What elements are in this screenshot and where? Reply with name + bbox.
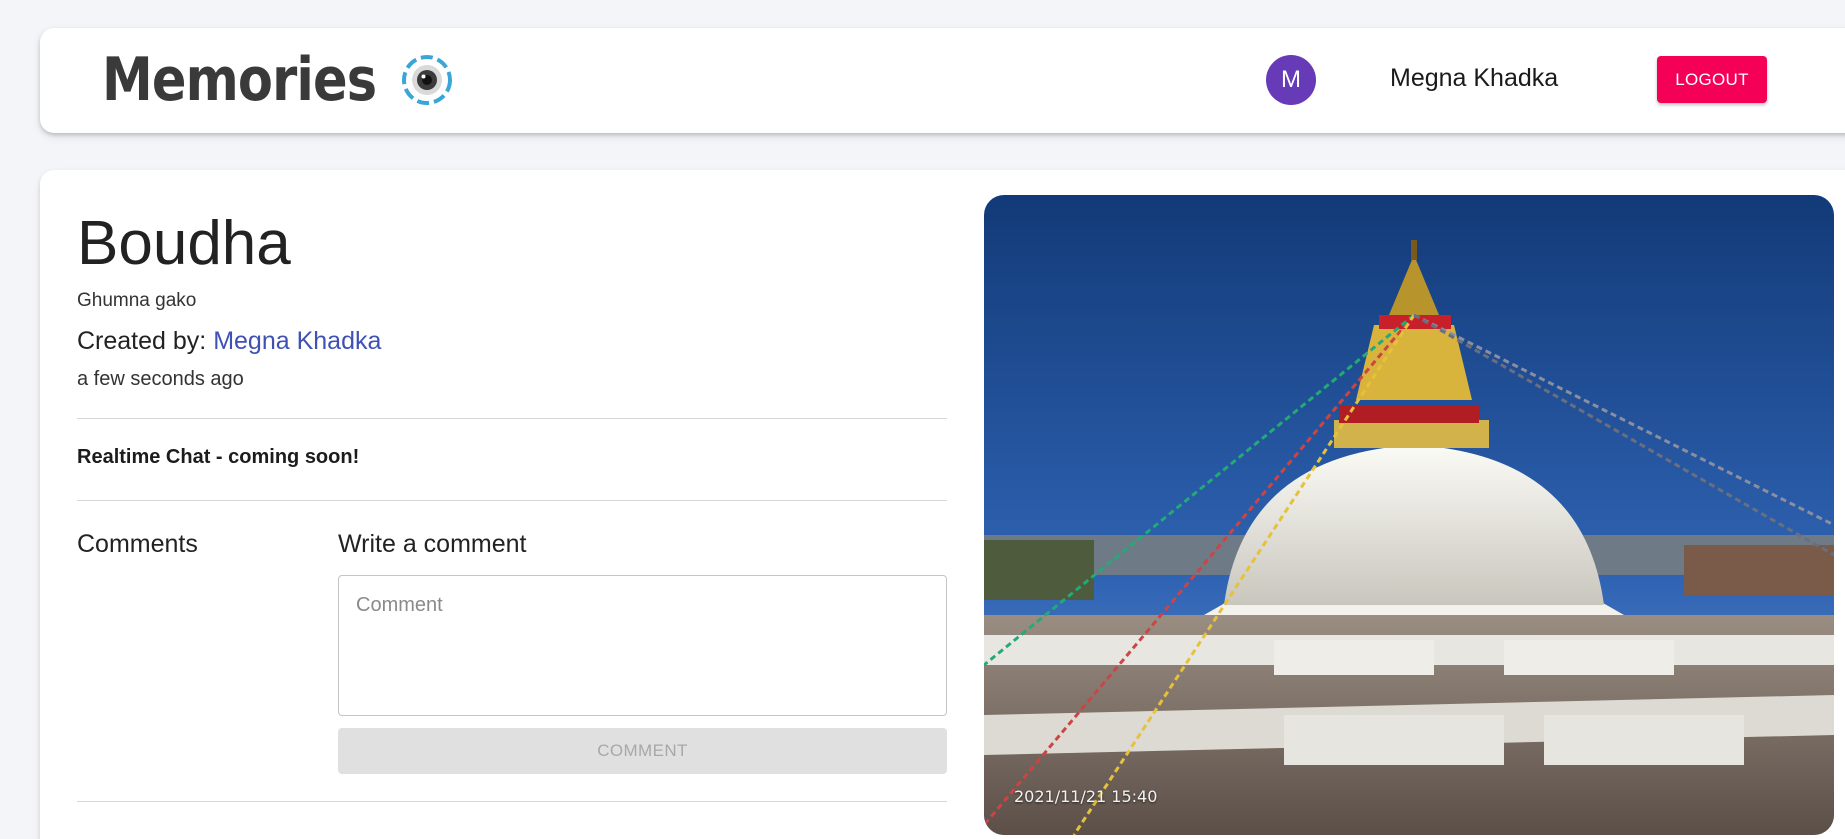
divider bbox=[77, 801, 947, 802]
camera-lens-icon bbox=[401, 55, 452, 105]
user-name: Megna Khadka bbox=[1390, 64, 1559, 92]
realtime-chat-notice: Realtime Chat - coming soon! bbox=[77, 446, 360, 468]
author-link[interactable]: Megna Khadka bbox=[213, 327, 381, 355]
post-time: a few seconds ago bbox=[77, 368, 244, 390]
avatar[interactable]: M bbox=[1266, 55, 1316, 105]
created-by: Created by: Megna Khadka bbox=[77, 327, 381, 356]
write-comment-heading: Write a comment bbox=[338, 530, 527, 558]
stupa-photo bbox=[984, 195, 1834, 835]
post-tags: Ghumna gako bbox=[77, 290, 197, 311]
brand-heading: Memories bbox=[102, 45, 377, 115]
divider bbox=[77, 418, 947, 419]
app-bar: Memories M Megna Khadka LOGOUT bbox=[40, 28, 1845, 133]
logout-button[interactable]: LOGOUT bbox=[1657, 56, 1767, 103]
created-by-label: Created by: bbox=[77, 327, 207, 355]
comments-heading: Comments bbox=[77, 530, 198, 558]
brand[interactable]: Memories bbox=[102, 50, 453, 110]
photo-timestamp: 2021/11/21 15:40 bbox=[1014, 787, 1158, 806]
comment-button[interactable]: COMMENT bbox=[338, 728, 947, 774]
post-details-card: Boudha Ghumna gako Created by: Megna Kha… bbox=[40, 170, 1845, 839]
divider bbox=[77, 500, 947, 501]
post-photo: 2021/11/21 15:40 bbox=[984, 195, 1834, 835]
post-title: Boudha bbox=[77, 209, 291, 278]
comment-input[interactable] bbox=[338, 575, 947, 716]
